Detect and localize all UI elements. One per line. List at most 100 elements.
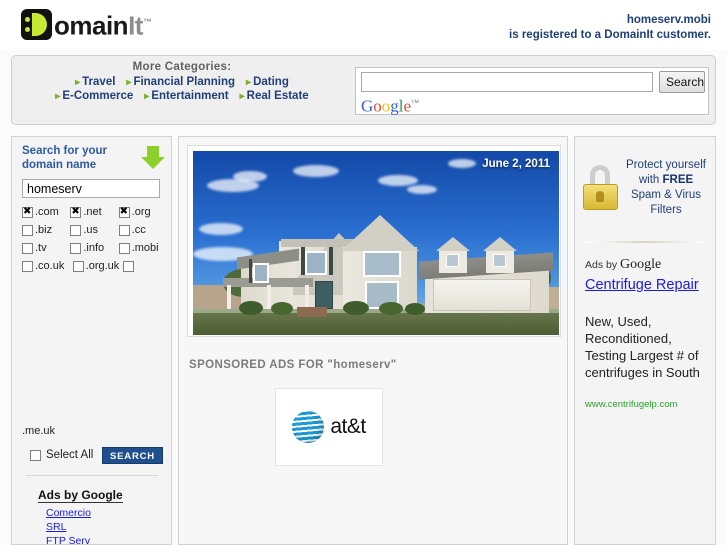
select-all-checkbox[interactable]: Select All [30,449,93,461]
checkbox-icon[interactable] [22,242,33,254]
tld-label: .info [83,242,105,254]
bullet-arrow-icon: ▸ [246,77,252,88]
tld-checkbox-cc[interactable]: .cc [118,224,167,236]
tld-checkbox-org-uk[interactable]: .org.uk [72,260,124,272]
spam-virus-filter-ad[interactable]: Protect yourself with FREE Spam & Virus … [581,145,709,231]
ads-by-text: Ads by [585,259,621,271]
google-logo: Google™ [361,94,419,116]
tld-checkbox-grid: .com .net .org .biz .us .cc .tv .info .m… [22,206,167,278]
category-row-1: ▸ Travel ▸ Financial Planning ▸ Dating [12,76,352,88]
checkbox-icon[interactable] [70,224,82,236]
checkbox-icon[interactable] [22,224,33,236]
sponsored-ads-label: SPONSORED ADS FOR "homeserv" [189,359,397,371]
checkbox-icon[interactable] [72,260,84,272]
left-sidebar: Search for your domain name .com .net .o… [11,136,172,545]
category-label: E-Commerce [62,90,134,102]
checkbox-icon[interactable] [30,449,41,461]
category-label: Entertainment [151,90,229,102]
tld-checkbox-us[interactable]: .us [70,224,118,236]
category-link-entertainment[interactable]: ▸ Entertainment [144,90,228,102]
checkbox-icon[interactable] [118,206,130,218]
house-photo: June 2, 2011 [193,151,559,335]
protect-line-2-pre: with [638,174,663,186]
divider [26,475,158,476]
checkbox-icon[interactable] [118,224,130,236]
google-trademark: ™ [411,98,419,107]
categories-search-bar: More Categories: ▸ Travel ▸ Financial Plan… [11,55,716,125]
category-link-travel[interactable]: ▸ Travel [75,76,115,88]
tld-label: .co.uk [35,260,65,272]
image-date-label: June 2, 2011 [482,158,550,170]
checkbox-icon[interactable] [22,260,33,272]
logo-text-dark: omain [54,10,129,41]
ads-by-google-label: Ads by Google [585,257,661,273]
bullet-arrow-icon: ▸ [144,91,150,102]
category-link-financial-planning[interactable]: ▸ Financial Planning [126,76,235,88]
protect-line-2: with FREE [624,173,708,188]
ad-link-ftp-serv[interactable]: FTP Serv [46,534,123,545]
att-globe-icon [292,411,325,443]
category-link-dating[interactable]: ▸ Dating [246,76,289,88]
tld-checkbox-co-uk[interactable]: .co.uk [22,260,73,272]
att-banner-ad[interactable]: at&t [275,388,383,466]
tld-checkbox-info[interactable]: .info [70,242,118,254]
bullet-arrow-icon: ▸ [55,91,61,102]
checkbox-icon[interactable] [22,206,33,218]
domain-search-button[interactable]: SEARCH [102,447,163,464]
registration-notice: homeserv.mobi is registered to a DomainI… [509,13,711,43]
bullet-arrow-icon: ▸ [126,77,132,88]
page-root: omainIt™ homeserv.mobi is registered to … [0,0,727,545]
protect-line-1: Protect yourself [626,159,706,171]
tld-row: .com .net .org [22,206,167,218]
ad-headline-centrifuge-repair[interactable]: Centrifuge Repair [585,277,710,294]
checkbox-icon[interactable] [70,242,82,254]
google-search-box: Search Google™ [355,67,709,115]
divider [585,241,705,243]
google-letter: G [361,96,374,116]
ad-description: New, Used, Reconditioned, Testing Larges… [585,314,700,380]
tld-label: .org [131,206,151,218]
more-categories-title: More Categories: [132,61,232,73]
bullet-arrow-icon: ▸ [75,77,81,88]
site-header: omainIt™ homeserv.mobi is registered to … [0,0,727,50]
tld-label-me-uk: .me.uk [22,425,56,437]
more-categories: More Categories: ▸ Travel ▸ Financial Plan… [12,61,352,104]
category-link-e-commerce[interactable]: ▸ E-Commerce [55,90,133,102]
tld-checkbox-me-uk[interactable] [123,260,167,272]
att-wordmark: at&t [330,415,366,438]
tld-label: .org.uk [85,260,120,272]
checkbox-icon[interactable] [70,206,82,218]
category-label: Travel [82,76,116,88]
tld-row: .co.uk .org.uk [22,260,167,272]
content-columns: Search for your domain name .com .net .o… [11,136,716,545]
category-link-real-estate[interactable]: ▸ Real Estate [240,90,309,102]
google-wordmark: Google [620,257,662,272]
tld-checkbox-tv[interactable]: .tv [22,242,70,254]
tld-checkbox-biz[interactable]: .biz [22,224,70,236]
ad-link-srl[interactable]: SRL [46,520,123,534]
checkbox-icon[interactable] [123,260,135,272]
tld-checkbox-net[interactable]: .net [70,206,118,218]
search-input[interactable] [361,72,653,92]
protect-line-4: Filters [650,204,682,216]
google-letter: o [373,96,382,116]
category-row-2: ▸ E-Commerce ▸ Entertainment ▸ Real Estate [12,90,352,102]
checkbox-icon[interactable] [118,242,130,254]
select-all-label: Select All [46,449,94,461]
tld-checkbox-mobi[interactable]: .mobi [118,242,167,254]
protect-ad-text: Protect yourself with FREE Spam & Virus … [624,158,708,218]
tld-checkbox-org[interactable]: .org [118,206,167,218]
registered-domain: homeserv.mobi [626,14,711,26]
domain-name-input[interactable] [22,179,160,198]
category-label: Financial Planning [133,76,236,88]
lock-icon [581,164,621,212]
ad-display-url: www.centrifugelp.com [585,399,678,410]
domain-search-header: Search for your domain name [22,144,165,172]
search-button[interactable]: Search [659,71,705,93]
tld-checkbox-com[interactable]: .com [22,206,70,218]
tld-label: .com [35,206,59,218]
tld-label: .us [83,224,99,236]
domainit-logo[interactable]: omainIt™ [17,6,156,43]
tld-label: .biz [35,224,53,236]
ad-link-comercio[interactable]: Comercio [46,506,123,520]
